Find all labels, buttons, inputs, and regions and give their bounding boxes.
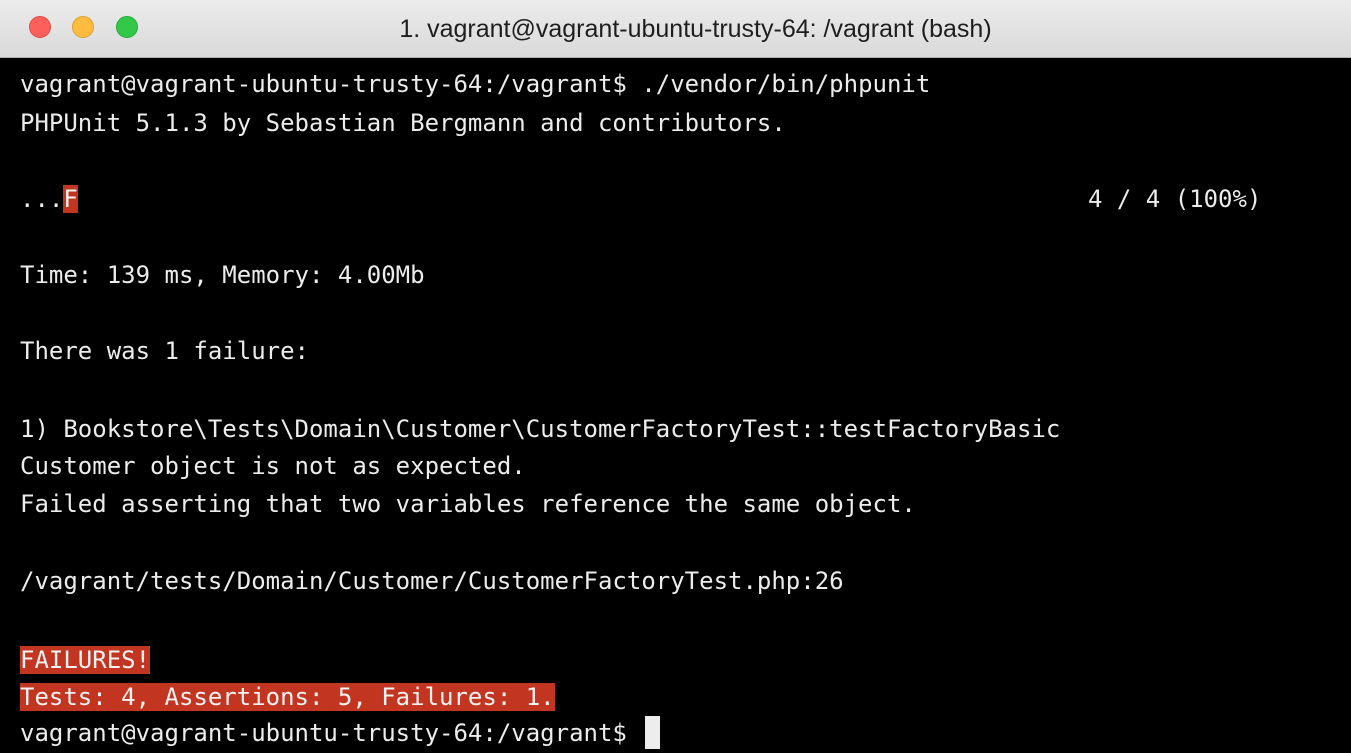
text-cursor <box>645 716 661 749</box>
progress-fail-marker: F <box>63 185 78 213</box>
time-memory-line: Time: 139 ms, Memory: 4.00Mb <box>20 261 425 289</box>
failure-location: /vagrant/tests/Domain/Customer/CustomerF… <box>20 567 844 595</box>
summary-line: Tests: 4, Assertions: 5, Failures: 1. <box>20 680 555 714</box>
failure-message: Customer object is not as expected. <box>20 452 526 480</box>
failures-banner: FAILURES! <box>20 646 151 674</box>
terminal-window: 1. vagrant@vagrant-ubuntu-trusty-64: /va… <box>0 0 1351 753</box>
final-prompt: vagrant@vagrant-ubuntu-trusty-64:/vagran… <box>20 719 642 747</box>
test-summary: Tests: 4, Assertions: 5, Failures: 1. <box>20 683 555 711</box>
terminal-output[interactable]: vagrant@vagrant-ubuntu-trusty-64:/vagran… <box>0 58 1351 753</box>
final-prompt-line[interactable]: vagrant@vagrant-ubuntu-trusty-64:/vagran… <box>20 716 661 750</box>
failures-banner-line: FAILURES! <box>20 643 151 677</box>
phpunit-version-line: PHPUnit 5.1.3 by Sebastian Bergmann and … <box>20 109 786 137</box>
prompt: vagrant@vagrant-ubuntu-trusty-64:/vagran… <box>20 70 627 98</box>
command-line: vagrant@vagrant-ubuntu-trusty-64:/vagran… <box>20 67 930 101</box>
window-title: 1. vagrant@vagrant-ubuntu-trusty-64: /va… <box>399 15 992 43</box>
failure-test-name: 1) Bookstore\Tests\Domain\Customer\Custo… <box>20 415 1061 443</box>
command-text: ./vendor/bin/phpunit <box>626 70 931 98</box>
progress-count: 4 / 4 (100%) <box>1088 185 1262 213</box>
failure-detail: Failed asserting that two variables refe… <box>20 490 916 518</box>
progress-dots: ... <box>20 185 64 213</box>
progress-line: ...F <box>20 182 78 216</box>
title-bar[interactable]: 1. vagrant@vagrant-ubuntu-trusty-64: /va… <box>0 0 1351 58</box>
failure-header-line: There was 1 failure: <box>20 337 309 365</box>
